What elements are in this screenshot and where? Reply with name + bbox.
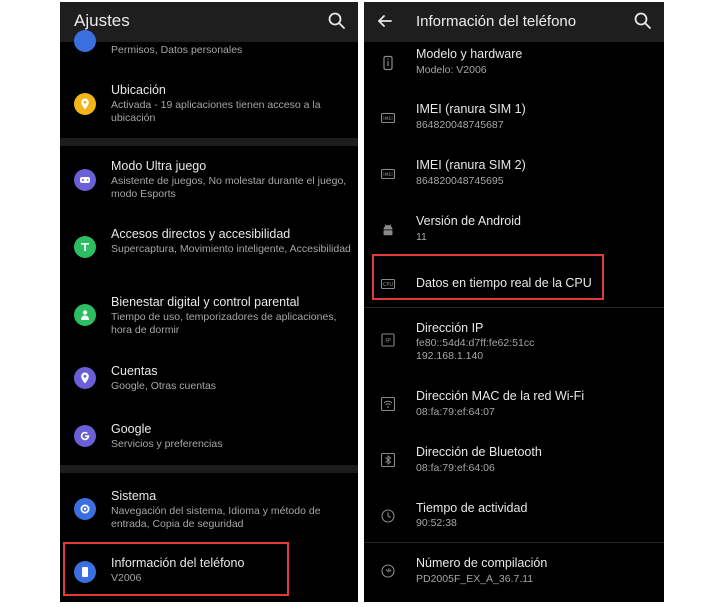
info-item-build-number[interactable]: Número de compilación PD2005F_EX_A_36.7.… — [364, 554, 664, 598]
item-subtitle: 08:fa:79:ef:64:07 — [416, 406, 495, 418]
settings-item-wellbeing[interactable]: Bienestar digital y control parental Tie… — [60, 292, 358, 342]
back-arrow-icon[interactable] — [374, 10, 396, 32]
item-subtitle: Activada - 19 aplicaciones tienen acceso… — [111, 99, 321, 124]
item-title: Dirección IP — [416, 321, 484, 335]
settings-panel: Ajustes Permisos, Datos personales Ubica… — [60, 2, 358, 602]
page-title: Ajustes — [74, 11, 130, 30]
item-subtitle: Servicios y preferencias — [111, 438, 223, 450]
item-title: Dirección MAC de la red Wi-Fi — [416, 389, 585, 403]
system-icon — [74, 498, 96, 520]
item-title: Dirección de Bluetooth — [416, 445, 542, 459]
item-subtitle: Google, Otras cuentas — [111, 380, 217, 392]
item-title: IMEI (ranura SIM 1) — [416, 102, 526, 116]
wifi-icon — [380, 396, 396, 412]
ip-icon: IP — [380, 332, 396, 348]
settings-item-ultra-game[interactable]: Modo Ultra juego Asistente de juegos, No… — [60, 156, 358, 206]
item-subtitle: 08:fa:79:ef:64:06 — [416, 462, 495, 474]
section-divider — [60, 465, 358, 473]
item-subtitle: fe80::54d4:d7ff:fe62:51cc — [416, 337, 535, 349]
settings-item-accounts[interactable]: Cuentas Google, Otras cuentas — [60, 361, 358, 401]
game-icon — [74, 169, 96, 191]
info-item-imei2[interactable]: IMEI IMEI (ranura SIM 2) 864820048745695 — [364, 155, 664, 199]
item-title: Sistema — [111, 489, 157, 503]
imei-icon: IMEI — [380, 166, 396, 182]
info-item-uptime[interactable]: Tiempo de actividad 90:52:38 — [364, 498, 664, 542]
info-item-model[interactable]: Modelo y hardware Modelo: V2006 — [364, 44, 664, 88]
android-icon — [380, 222, 396, 238]
list-divider — [364, 542, 664, 543]
privacy-icon — [74, 30, 96, 52]
settings-header: Ajustes — [60, 2, 358, 42]
page-title: Información del teléfono — [416, 13, 577, 30]
item-title: Versión de Android — [416, 214, 521, 228]
highlight-box — [63, 542, 289, 596]
google-icon — [74, 425, 96, 447]
svg-text:IMEI: IMEI — [383, 116, 392, 122]
item-title: Cuentas — [111, 364, 158, 378]
imei-icon: IMEI — [380, 110, 396, 126]
item-title: Modo Ultra juego — [111, 159, 207, 173]
item-subtitle: 864820048745695 — [416, 175, 504, 187]
item-title: Modelo y hardware — [416, 47, 523, 61]
item-subtitle: 90:52:38 — [416, 517, 457, 529]
item-title: Bienestar digital y control parental — [111, 295, 300, 309]
settings-item-location[interactable]: Ubicación Activada - 19 aplicaciones tie… — [60, 80, 358, 130]
info-item-imei1[interactable]: IMEI IMEI (ranura SIM 1) 864820048745687 — [364, 99, 664, 143]
search-icon[interactable] — [326, 10, 348, 32]
item-title: Número de compilación — [416, 556, 548, 570]
svg-text:IMEI: IMEI — [383, 172, 392, 178]
settings-item-accessibility[interactable]: Accesos directos y accesibilidad Superca… — [60, 224, 358, 274]
info-icon — [380, 55, 396, 71]
build-icon — [380, 563, 396, 579]
bluetooth-icon — [380, 452, 396, 468]
clock-icon — [380, 508, 396, 524]
item-subtitle: Modelo: V2006 — [416, 64, 487, 76]
item-subtitle: Permisos, Datos personales — [111, 44, 243, 56]
wellbeing-icon — [74, 304, 96, 326]
settings-item-google[interactable]: Google Servicios y preferencias — [60, 419, 358, 459]
item-subtitle: Asistente de juegos, No molestar durante… — [111, 175, 347, 200]
phone-info-panel: Información del teléfono Modelo y hardwa… — [364, 2, 664, 602]
phone-info-header: Información del teléfono — [364, 2, 664, 42]
item-subtitle: PD2005F_EX_A_36.7.11 — [416, 573, 534, 585]
section-divider — [60, 138, 358, 146]
list-divider — [364, 307, 664, 308]
info-item-android-version[interactable]: Versión de Android 11 — [364, 211, 664, 255]
item-title: Accesos directos y accesibilidad — [111, 227, 291, 241]
info-item-ip-address[interactable]: IP Dirección IP fe80::54d4:d7ff:fe62:51c… — [364, 319, 664, 367]
item-subtitle: 864820048745687 — [416, 119, 504, 131]
item-subtitle: 11 — [416, 231, 427, 243]
accessibility-icon — [74, 236, 96, 258]
location-icon — [74, 93, 96, 115]
item-subtitle: Supercaptura, Movimiento inteligente, Ac… — [111, 243, 351, 255]
item-title: Google — [111, 422, 152, 436]
svg-text:IP: IP — [385, 338, 391, 345]
item-subtitle-secondary: 192.168.1.140 — [416, 350, 484, 362]
item-title: Ubicación — [111, 83, 166, 97]
item-title: IMEI (ranura SIM 2) — [416, 158, 526, 172]
item-subtitle: Navegación del sistema, Idioma y método … — [111, 505, 321, 530]
item-subtitle: Tiempo de uso, temporizadores de aplicac… — [111, 311, 337, 336]
info-item-wifi-mac[interactable]: Dirección MAC de la red Wi-Fi 08:fa:79:e… — [364, 387, 664, 431]
info-item-bluetooth[interactable]: Dirección de Bluetooth 08:fa:79:ef:64:06 — [364, 443, 664, 487]
search-icon[interactable] — [632, 10, 654, 32]
settings-item-privacy[interactable]: Permisos, Datos personales — [60, 30, 358, 62]
item-title: Tiempo de actividad — [416, 501, 528, 515]
highlight-box — [372, 254, 604, 300]
account-icon — [74, 367, 96, 389]
settings-item-system[interactable]: Sistema Navegación del sistema, Idioma y… — [60, 486, 358, 536]
